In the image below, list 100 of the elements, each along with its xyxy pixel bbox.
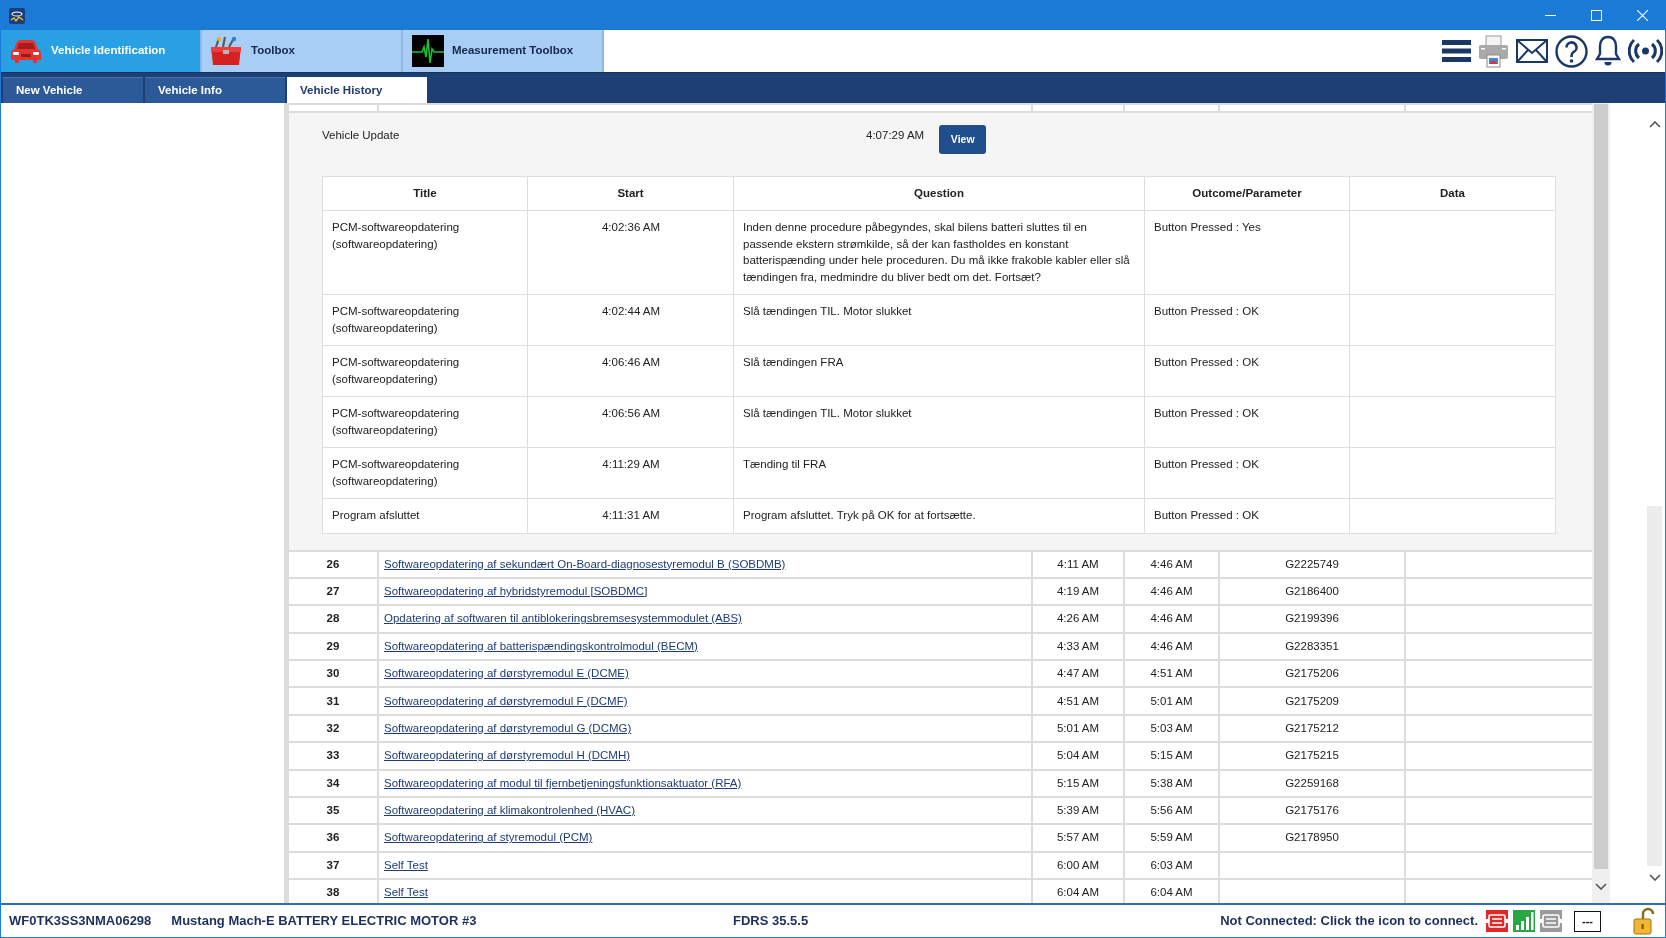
connector-icon[interactable] bbox=[1540, 910, 1562, 932]
table-cell: 5:39 AM bbox=[1032, 797, 1124, 825]
connector-icon[interactable] bbox=[1486, 910, 1508, 932]
update-link[interactable]: Self Test bbox=[384, 886, 428, 899]
table-cell: 4:02:44 AM bbox=[527, 294, 734, 346]
table-cell: 4:46 AM bbox=[1124, 632, 1219, 661]
table-cell: 4:06:46 AM bbox=[527, 345, 734, 397]
row-number: 37 bbox=[288, 851, 378, 880]
table-cell: Button Pressed : OK bbox=[1144, 396, 1350, 448]
vin-text: WF0TK3SS3NMA06298 bbox=[9, 912, 152, 931]
table-cell: G2175215 bbox=[1219, 742, 1405, 770]
chevron-up-icon[interactable] bbox=[1648, 121, 1661, 128]
padlock-icon[interactable] bbox=[1633, 907, 1655, 935]
table-cell: G2199396 bbox=[1219, 605, 1405, 633]
page-tab[interactable]: Vehicle History bbox=[287, 77, 427, 103]
table-cell: 5:01 AM bbox=[1124, 687, 1219, 715]
table-cell: 5:38 AM bbox=[1124, 769, 1219, 797]
entry-title: Vehicle Update bbox=[322, 128, 401, 143]
row-number: 32 bbox=[288, 714, 378, 743]
row-number: 29 bbox=[288, 632, 378, 661]
chevron-down-icon[interactable] bbox=[1595, 882, 1607, 890]
indicator-field: --- bbox=[1574, 910, 1601, 932]
toolbar-tab[interactable]: Measurement Toolbox bbox=[403, 30, 604, 72]
column-header: Question bbox=[733, 176, 1145, 211]
page-tab[interactable]: Vehicle Info bbox=[145, 77, 285, 103]
view-button[interactable]: View bbox=[939, 125, 987, 154]
table-cell: 5:56 AM bbox=[1124, 797, 1219, 825]
table-cell: Button Pressed : OK bbox=[1144, 447, 1350, 499]
update-link[interactable]: Softwareopdatering af hybridstyremodul [SOBDMC] bbox=[384, 584, 648, 597]
table-cell: Button Pressed : OK bbox=[1144, 498, 1350, 533]
table-cell: G2178950 bbox=[1219, 824, 1405, 852]
table-cell: 4:11:29 AM bbox=[527, 447, 734, 499]
row-number: 27 bbox=[288, 577, 378, 606]
table-cell: PCM-softwareopdatering (softwareopdatering) bbox=[322, 210, 528, 295]
table-cell: PCM-softwareopdatering (softwareopdatering) bbox=[322, 447, 528, 499]
table-cell: Button Pressed : OK bbox=[1144, 345, 1350, 397]
row-number: 26 bbox=[288, 550, 378, 578]
connection-status: Not Connected: Click the icon to connect. bbox=[1220, 912, 1478, 931]
mail-icon[interactable] bbox=[1516, 39, 1548, 63]
row-number: 30 bbox=[288, 660, 378, 688]
entry-time: 4:07:29 AM bbox=[866, 128, 925, 143]
table-cell: 4:11 AM bbox=[1032, 550, 1124, 578]
column-header: Outcome/Parameter bbox=[1144, 176, 1350, 211]
table-cell: PCM-softwareopdatering (softwareopdatering) bbox=[322, 396, 528, 448]
printer-icon[interactable] bbox=[1478, 34, 1509, 68]
app-logo-icon bbox=[9, 7, 25, 24]
chevron-down-icon[interactable] bbox=[1648, 874, 1661, 881]
update-link[interactable]: Softwareopdatering af dørstyremodul G (DCMG) bbox=[384, 721, 632, 734]
update-link[interactable]: Self Test bbox=[384, 858, 428, 871]
signal-bars-icon[interactable] bbox=[1513, 910, 1535, 932]
table-cell: G2175209 bbox=[1219, 687, 1405, 715]
table-cell: 4:46 AM bbox=[1124, 550, 1219, 578]
table-cell: 5:03 AM bbox=[1124, 714, 1219, 743]
minimize-icon[interactable] bbox=[1544, 15, 1556, 16]
table-cell: G2175206 bbox=[1219, 660, 1405, 688]
table-cell: PCM-softwareopdatering (softwareopdatering) bbox=[322, 294, 528, 346]
table-cell: Program afsluttet. Tryk på OK for at fortsætte. bbox=[733, 498, 1145, 533]
menu-icon[interactable] bbox=[1442, 40, 1471, 62]
car-icon bbox=[10, 38, 42, 64]
table-cell: 5:57 AM bbox=[1032, 824, 1124, 852]
table-cell: G2259168 bbox=[1219, 769, 1405, 797]
scrollbar-thumb[interactable] bbox=[1594, 104, 1608, 869]
row-number: 31 bbox=[288, 687, 378, 715]
scrollbar-track[interactable] bbox=[1592, 103, 1610, 903]
row-number: 34 bbox=[288, 769, 378, 797]
table-cell: G2175212 bbox=[1219, 714, 1405, 743]
table-cell: G2175176 bbox=[1219, 797, 1405, 825]
table-cell: 4:33 AM bbox=[1032, 632, 1124, 661]
row-number: 35 bbox=[288, 797, 378, 825]
table-cell: Inden denne procedure påbegyndes, skal bilens batteri sluttes til en passende ekstern strømkilde, så der kan fastholdes en konstant batterispænding under hele proceduren. Du må ikke frakoble kabler eller slå tændingen fra, medmindre du bliver bedt om det. Fortsæt? bbox=[733, 210, 1145, 295]
bell-icon[interactable] bbox=[1595, 35, 1621, 67]
table-cell: G2283351 bbox=[1219, 632, 1405, 661]
update-link[interactable]: Softwareopdatering af dørstyremodul F (DCMF) bbox=[384, 694, 628, 707]
update-link[interactable]: Softwareopdatering af dørstyremodul H (DCMH) bbox=[384, 749, 631, 762]
table-cell: 5:04 AM bbox=[1032, 742, 1124, 770]
update-link[interactable]: Softwareopdatering af dørstyremodul E (DCME) bbox=[384, 667, 629, 680]
table-cell: 6:03 AM bbox=[1124, 851, 1219, 880]
update-link[interactable]: Softwareopdatering af klimakontrolenhed (HVAC) bbox=[384, 804, 635, 817]
row-number: 36 bbox=[288, 824, 378, 852]
toolbar-tab[interactable]: Toolbox bbox=[202, 30, 403, 72]
table-cell: Slå tændingen TIL. Motor slukket bbox=[733, 294, 1145, 346]
waveform-icon bbox=[412, 35, 444, 67]
table-cell: 5:15 AM bbox=[1124, 742, 1219, 770]
table-cell: 6:00 AM bbox=[1032, 851, 1124, 880]
broadcast-icon[interactable] bbox=[1628, 38, 1663, 64]
table-cell: 4:06:56 AM bbox=[527, 396, 734, 448]
column-header: Data bbox=[1349, 176, 1556, 211]
table-cell: Slå tændingen FRA bbox=[733, 345, 1145, 397]
page-tab[interactable]: New Vehicle bbox=[3, 77, 143, 103]
row-number: 28 bbox=[288, 605, 378, 633]
table-cell: 4:46 AM bbox=[1124, 577, 1219, 606]
maximize-icon[interactable] bbox=[1590, 10, 1602, 21]
table-cell: PCM-softwareopdatering (softwareopdatering) bbox=[322, 345, 528, 397]
update-link[interactable]: Softwareopdatering af styremodul (PCM) bbox=[384, 831, 593, 844]
toolbox-icon bbox=[210, 36, 242, 66]
table-cell: Button Pressed : OK bbox=[1144, 294, 1350, 346]
table-cell: 4:51 AM bbox=[1032, 687, 1124, 715]
close-icon[interactable] bbox=[1636, 10, 1648, 21]
help-icon[interactable] bbox=[1555, 34, 1588, 68]
table-cell: G2225749 bbox=[1219, 550, 1405, 578]
